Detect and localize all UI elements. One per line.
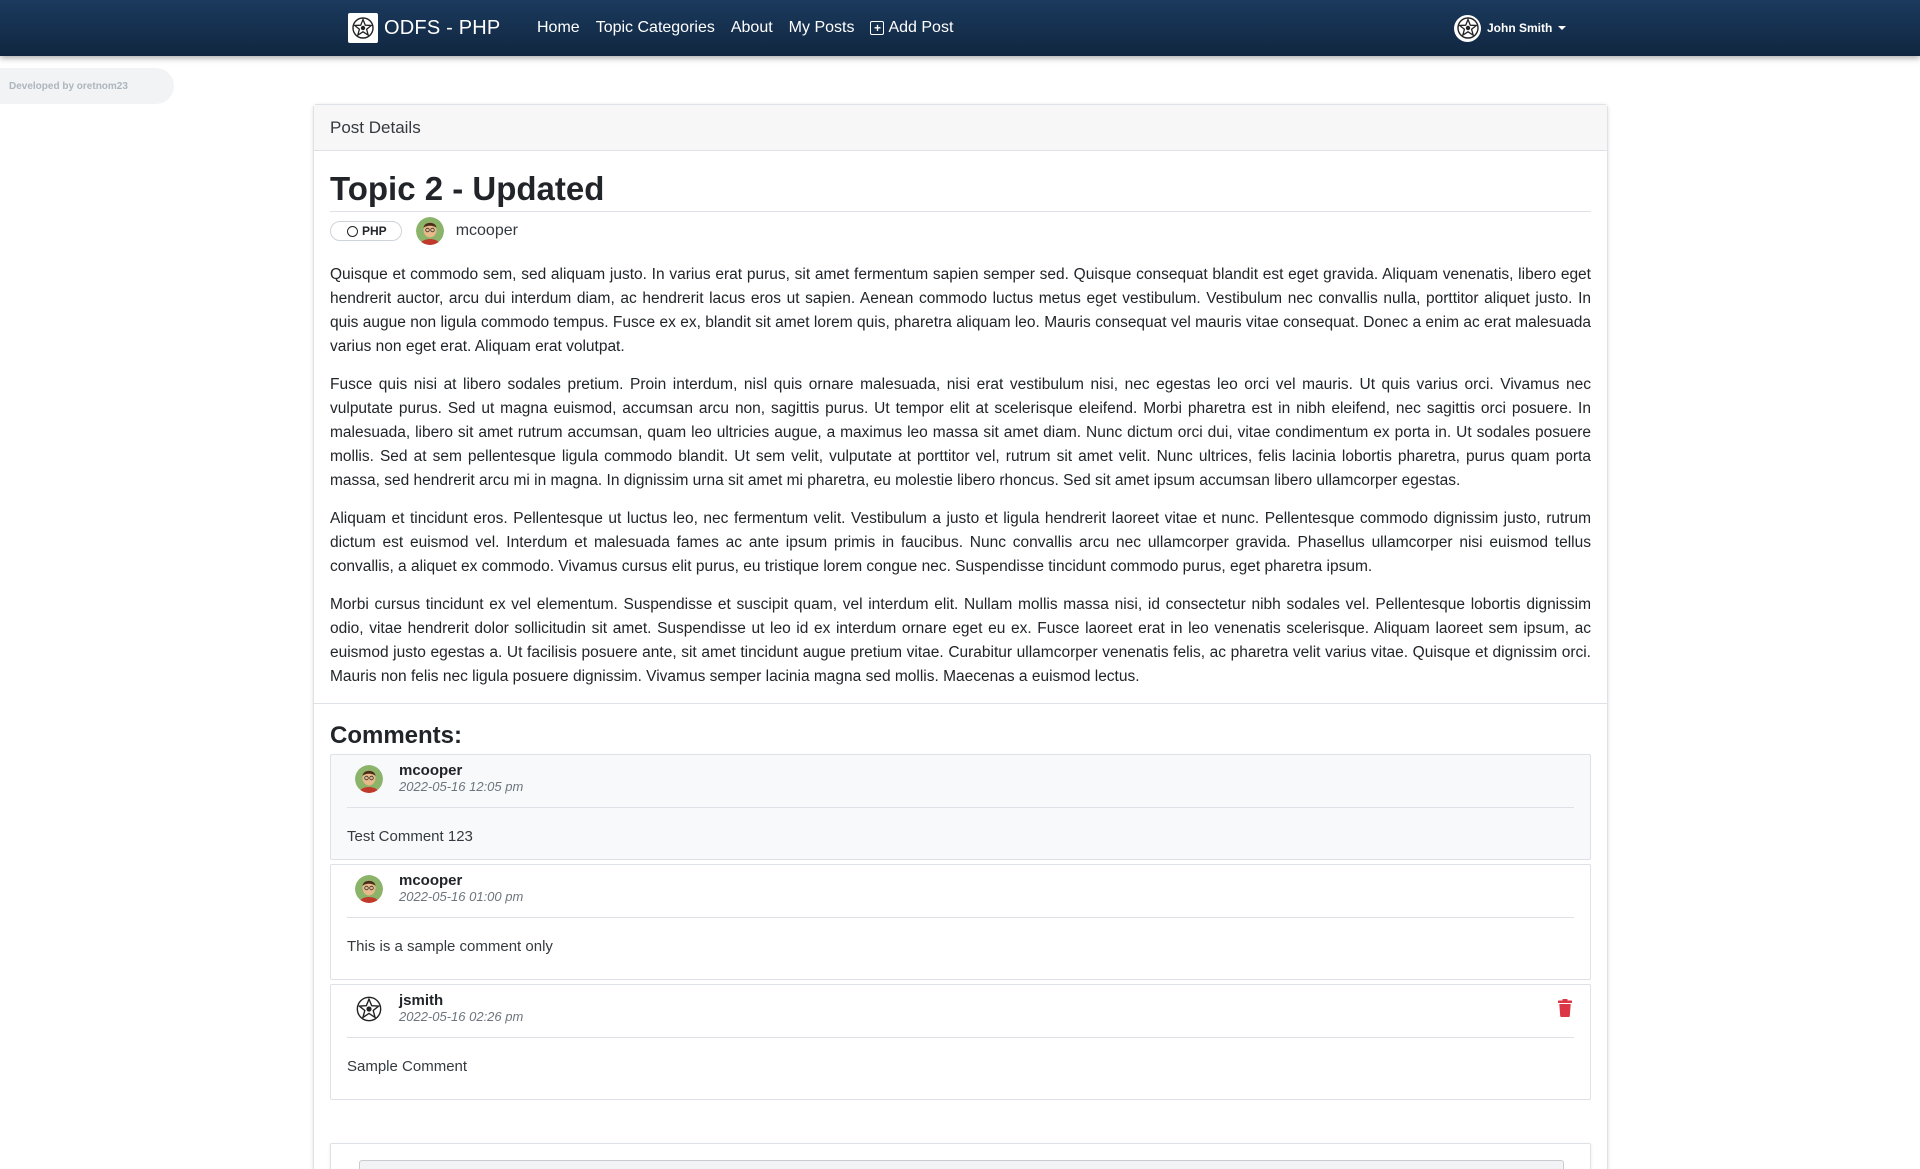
- comment-text: Test Comment 123: [347, 828, 473, 845]
- nav-my-posts[interactable]: My Posts: [789, 19, 855, 37]
- editor-toolbar[interactable]: [359, 1160, 1564, 1169]
- comments-title: Comments:: [330, 722, 463, 749]
- comment-meta: jsmith 2022-05-16 02:26 pm: [399, 993, 523, 1025]
- topic-label: PHP: [362, 224, 387, 238]
- comment-meta: mcooper 2022-05-16 12:05 pm: [399, 763, 523, 795]
- post-paragraph: Quisque et commodo sem, sed aliquam just…: [330, 266, 1591, 355]
- caret-down-icon: [1558, 26, 1567, 30]
- comment-avatar: [355, 995, 383, 1023]
- comment-item: mcooper 2022-05-16 12:05 pm Test Comment…: [330, 754, 1591, 860]
- comment-item: jsmith 2022-05-16 02:26 pm Sample Commen…: [330, 984, 1591, 1100]
- user-avatar: [1454, 14, 1481, 42]
- comment-header: jsmith 2022-05-16 02:26 pm: [347, 985, 1574, 1038]
- comment-editor-card: [330, 1143, 1591, 1169]
- circle-icon: [347, 225, 358, 237]
- comment-date: 2022-05-16 02:26 pm: [399, 1009, 524, 1024]
- comment-avatar: [355, 875, 383, 903]
- comment-header: mcooper 2022-05-16 12:05 pm: [347, 755, 1574, 808]
- plus-square-icon: +: [870, 21, 885, 35]
- brand-name: ODFS - PHP: [384, 16, 501, 39]
- post-details-card: Post Details Topic 2 - Updated PHP mcoop…: [313, 104, 1608, 1169]
- top-navbar: ODFS - PHP Home Topic Categories About M…: [0, 0, 1920, 56]
- topic-badge[interactable]: PHP: [330, 221, 402, 241]
- post-title: Topic 2 - Updated: [330, 169, 1591, 212]
- post-paragraph: Morbi cursus tincidunt ex vel elementum.…: [330, 596, 1591, 685]
- post-meta: PHP mcooper: [330, 217, 1591, 245]
- nav-add-post-label: Add Post: [888, 19, 954, 36]
- post-content: Quisque et commodo sem, sed aliquam just…: [330, 263, 1591, 689]
- brand-link[interactable]: ODFS - PHP: [348, 13, 500, 43]
- author-name: mcooper: [455, 222, 518, 239]
- card-header: Post Details: [314, 105, 1607, 151]
- comments-section: Comments: mcooper 2022-05-16 12:05 pm Te…: [314, 704, 1607, 1100]
- comment-meta: mcooper 2022-05-16 01:00 pm: [399, 873, 523, 905]
- trash-icon: [1558, 999, 1572, 1017]
- nav-add-post[interactable]: + Add Post: [870, 19, 953, 37]
- developer-badge: Developed by oretnom23: [0, 68, 174, 104]
- nav-home[interactable]: Home: [537, 19, 580, 37]
- author-avatar: [415, 217, 444, 245]
- comment-user: mcooper: [399, 872, 463, 889]
- user-menu-dropdown[interactable]: John Smith: [1454, 14, 1567, 42]
- nav-about[interactable]: About: [731, 19, 773, 37]
- post-body: Topic 2 - Updated PHP mcooper Quisque et…: [314, 151, 1607, 689]
- comment-user: mcooper: [399, 762, 463, 779]
- logo-icon: [348, 13, 378, 43]
- comment-text: This is a sample comment only: [347, 938, 553, 955]
- comment-item: mcooper 2022-05-16 01:00 pm This is a sa…: [330, 864, 1591, 980]
- delete-comment-button[interactable]: [1558, 999, 1574, 1017]
- comment-avatar: [355, 765, 383, 793]
- comment-date: 2022-05-16 01:00 pm: [399, 889, 524, 904]
- comment-user: jsmith: [399, 992, 444, 1009]
- user-name: John Smith: [1487, 21, 1553, 35]
- comment-date: 2022-05-16 12:05 pm: [399, 779, 524, 794]
- post-paragraph: Aliquam et tincidunt eros. Pellentesque …: [330, 510, 1591, 575]
- main-nav: Home Topic Categories About My Posts + A…: [537, 0, 969, 56]
- post-paragraph: Fusce quis nisi at libero sodales pretiu…: [330, 376, 1591, 489]
- nav-topic-categories[interactable]: Topic Categories: [596, 19, 715, 37]
- comment-header: mcooper 2022-05-16 01:00 pm: [347, 865, 1574, 918]
- comment-text: Sample Comment: [347, 1058, 468, 1075]
